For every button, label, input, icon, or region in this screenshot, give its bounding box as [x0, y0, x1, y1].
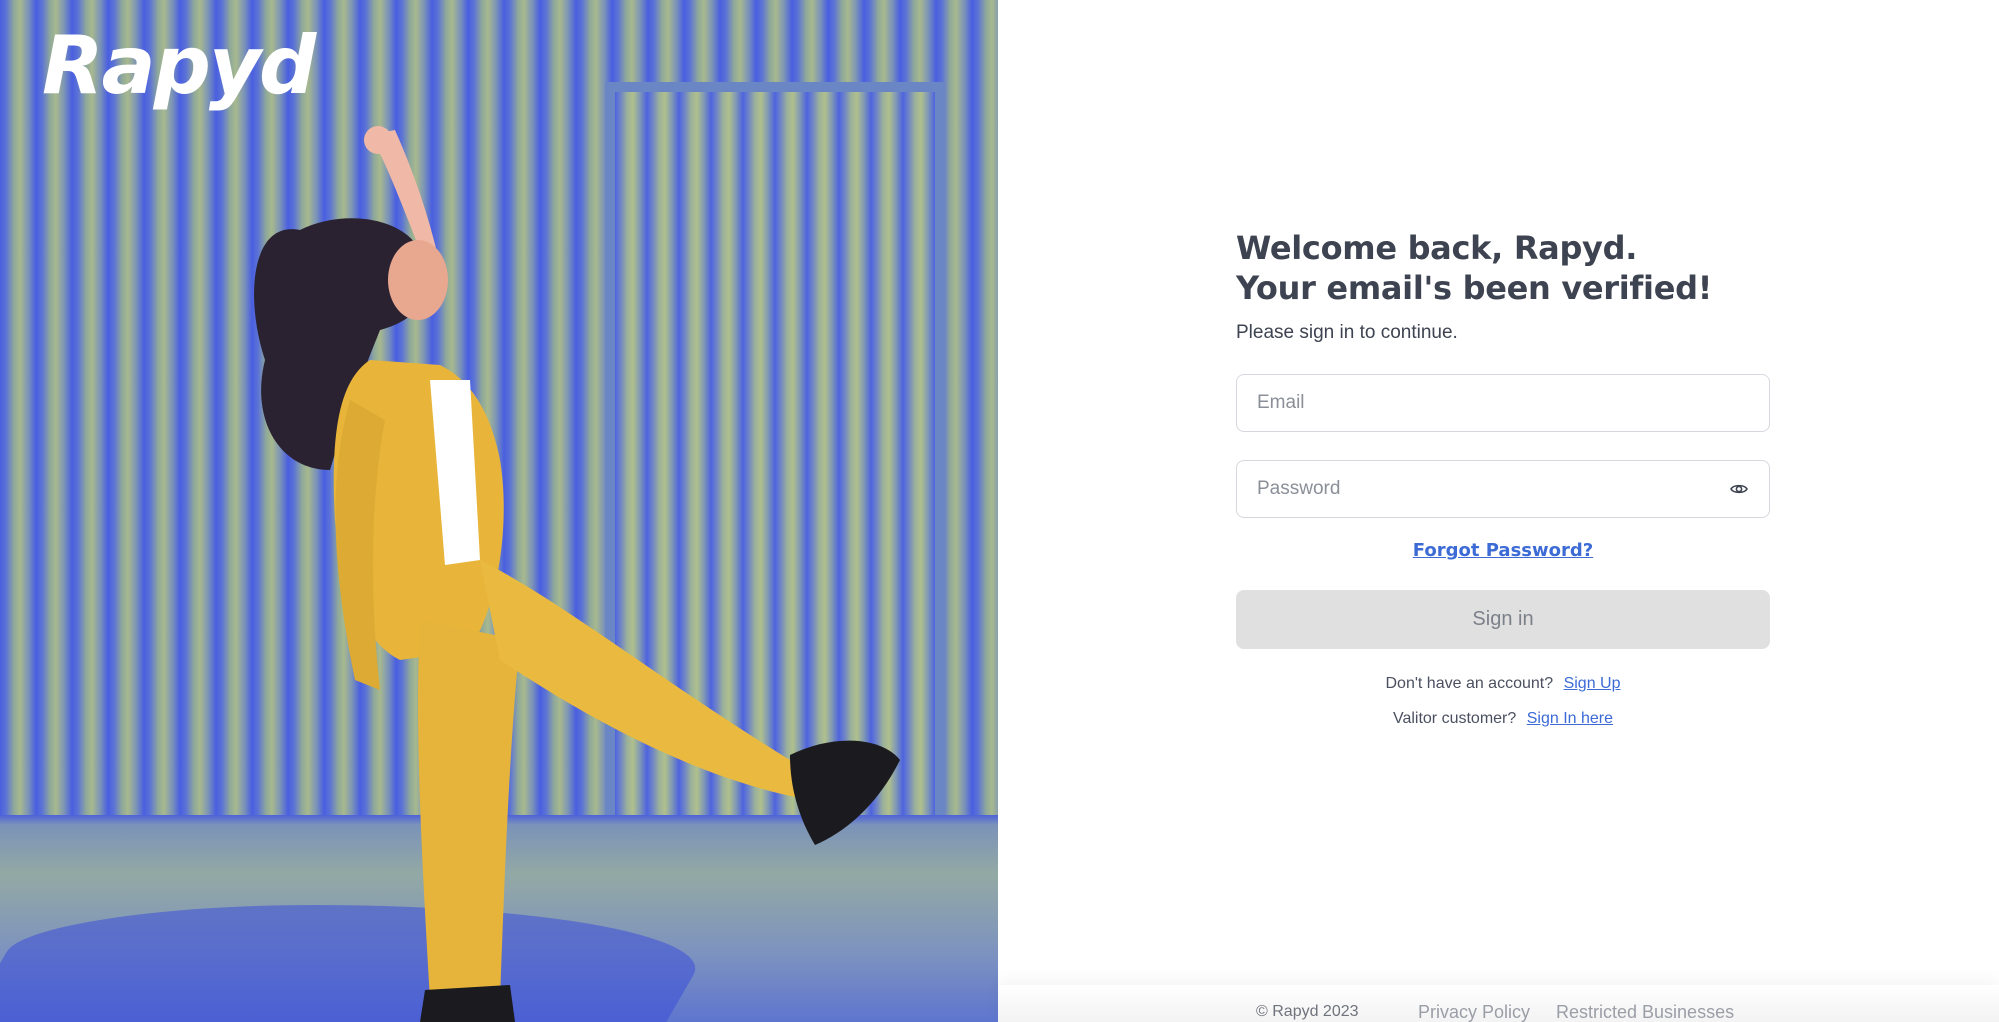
- forgot-password-link[interactable]: Forgot Password?: [1413, 540, 1593, 561]
- signup-row: Don't have an account? Sign Up: [1236, 675, 1770, 693]
- password-field[interactable]: [1236, 460, 1770, 518]
- eye-icon[interactable]: [1729, 479, 1749, 499]
- no-account-text: Don't have an account?: [1385, 675, 1554, 692]
- valitor-text: Valitor customer?: [1392, 710, 1517, 727]
- valitor-sign-in-link[interactable]: Sign In here: [1527, 710, 1613, 727]
- page-subtitle: Please sign in to continue.: [1236, 322, 1458, 343]
- page-title-line1: Welcome back, Rapyd.: [1236, 229, 1638, 267]
- password-input[interactable]: [1257, 461, 1729, 517]
- page-title: Welcome back, Rapyd. Your email's been v…: [1236, 228, 1770, 308]
- rapyd-logo: Rapyd: [42, 19, 316, 112]
- restricted-businesses-link[interactable]: Restricted Businesses: [1556, 1002, 1734, 1022]
- page-title-line2: Your email's been verified!: [1236, 269, 1713, 307]
- privacy-policy-link[interactable]: Privacy Policy: [1418, 1002, 1530, 1022]
- forgot-password-row: Forgot Password?: [1236, 540, 1770, 561]
- email-input[interactable]: [1257, 375, 1749, 431]
- email-field[interactable]: [1236, 374, 1770, 432]
- valitor-row: Valitor customer? Sign In here: [1236, 710, 1770, 728]
- copyright-text: © Rapyd 2023: [1256, 1003, 1359, 1020]
- sign-up-link[interactable]: Sign Up: [1564, 675, 1621, 692]
- hero-image: Rapyd: [0, 0, 998, 1022]
- dancing-woman-illustration: [254, 126, 900, 1022]
- footer: © Rapyd 2023 Privacy Policy Restricted B…: [998, 985, 1999, 1022]
- sign-in-button[interactable]: Sign in: [1236, 590, 1770, 649]
- login-form: Welcome back, Rapyd. Your email's been v…: [1236, 228, 1770, 727]
